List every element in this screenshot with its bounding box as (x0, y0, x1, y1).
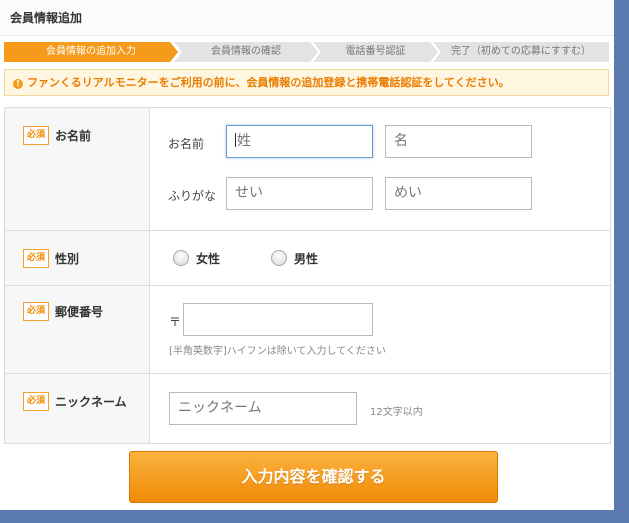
female-radio[interactable] (173, 250, 189, 266)
gender-field-label: 性別 (55, 252, 80, 266)
name-row: 必須 お名前 お名前 姓 名 ふりがな せい めい (5, 108, 610, 231)
notice-text: ファンくるリアルモニターをご利用の前に、会員情報の追加登録と携帯電話認証をしてく… (27, 76, 510, 89)
confirm-button[interactable]: 入力内容を確認する (129, 451, 498, 503)
gender-row: 必須 性別 女性 男性 (5, 231, 610, 286)
name-field-label: お名前 (55, 129, 92, 143)
step-1: 会員情報の追加入力 (4, 42, 178, 62)
nickname-input[interactable]: ニックネーム (169, 392, 357, 425)
step-3: 電話番号認証 (313, 42, 438, 62)
nickname-label-cell: 必須 ニックネーム (5, 374, 150, 443)
notice-banner: ! ファンくるリアルモニターをご利用の前に、会員情報の追加登録と携帯電話認証をして… (4, 69, 609, 96)
last-name-input[interactable]: 姓 (226, 125, 373, 158)
name-sub-label: お名前 (168, 137, 205, 151)
first-name-input[interactable]: 名 (385, 125, 532, 158)
postal-hint: [半角英数字]ハイフンは除いて入力してください (169, 346, 386, 357)
member-info-form: 必須 お名前 お名前 姓 名 ふりがな せい めい 必須 性別 女性 男性 必須 (4, 107, 611, 444)
info-icon: ! (13, 79, 23, 89)
last-name-kana-input[interactable]: せい (226, 177, 373, 210)
nickname-field-label: ニックネーム (55, 395, 127, 409)
required-badge: 必須 (23, 392, 49, 411)
male-radio-label[interactable]: 男性 (294, 250, 318, 267)
nickname-hint: 12文字以内 (370, 407, 423, 418)
female-radio-label[interactable]: 女性 (196, 250, 220, 267)
gender-label-cell: 必須 性別 (5, 231, 150, 285)
step-progress-bar: 会員情報の追加入力 会員情報の確認 電話番号認証 完了（初めての応募にすすむ） (4, 42, 609, 62)
text-caret (235, 133, 236, 147)
postal-code-input[interactable] (183, 303, 373, 336)
male-radio[interactable] (271, 250, 287, 266)
nickname-row: 必須 ニックネーム ニックネーム 12文字以内 (5, 374, 610, 443)
name-label-cell: 必須 お名前 (5, 108, 150, 230)
kana-sub-label: ふりがな (168, 189, 217, 203)
postal-label-cell: 必須 郵便番号 (5, 286, 150, 373)
postal-mark: 〒 (169, 315, 182, 329)
page-title: 会員情報追加 (0, 0, 614, 36)
step-4: 完了（初めての応募にすすむ） (433, 42, 609, 62)
step-2: 会員情報の確認 (174, 42, 318, 62)
required-badge: 必須 (23, 302, 49, 321)
form-panel: 会員情報追加 会員情報の追加入力 会員情報の確認 電話番号認証 完了（初めての応… (0, 0, 614, 510)
postal-row: 必須 郵便番号 〒 [半角英数字]ハイフンは除いて入力してください (5, 286, 610, 374)
last-name-placeholder: 姓 (237, 133, 251, 149)
first-name-kana-input[interactable]: めい (385, 177, 532, 210)
postal-field-label: 郵便番号 (55, 305, 104, 319)
required-badge: 必須 (23, 126, 49, 145)
required-badge: 必須 (23, 249, 49, 268)
